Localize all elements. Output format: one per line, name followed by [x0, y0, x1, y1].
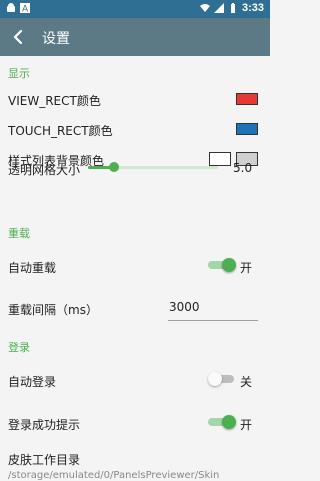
auto-login-state: 关 — [240, 375, 253, 389]
skin-dir-path[interactable]: /storage/emulated/0/PanelsPreviewer/Skin — [8, 470, 270, 481]
back-arrow-icon[interactable] — [8, 27, 28, 47]
auto-login-label: 自动登录 — [8, 375, 57, 389]
login-tip-state: 开 — [240, 418, 253, 432]
signal-icon — [213, 3, 224, 13]
grid-size-slider[interactable] — [88, 162, 218, 172]
status-bar: A 3:33 — [0, 0, 270, 18]
a-notification-icon: A — [20, 3, 30, 13]
grid-size-value: 5.0 — [233, 161, 253, 175]
battery-icon — [230, 3, 235, 13]
skin-dir-label: 皮肤工作目录 — [8, 453, 81, 467]
auto-login-switch[interactable] — [208, 372, 236, 386]
section-header-reload: 重载 — [8, 227, 30, 240]
auto-reload-state: 开 — [240, 261, 253, 275]
android-icon — [7, 3, 15, 12]
login-tip-label: 登录成功提示 — [8, 418, 81, 432]
reload-interval-value: 3000 — [169, 300, 200, 314]
touch-rect-color-label: TOUCH_RECT颜色 — [8, 124, 113, 138]
section-header-display: 显示 — [8, 67, 30, 80]
list-bg-color-swatch-light[interactable] — [209, 152, 231, 166]
status-time: 3:33 — [241, 2, 264, 14]
page-title: 设置 — [42, 31, 70, 47]
reload-interval-input[interactable]: 3000 — [168, 298, 258, 321]
auto-reload-label: 自动重载 — [8, 261, 57, 275]
svg-text:A: A — [22, 5, 29, 14]
section-header-login: 登录 — [8, 341, 30, 354]
reload-interval-label: 重载间隔（ms） — [8, 303, 98, 317]
grid-size-label: 透明网格大小 — [8, 163, 81, 177]
wifi-icon — [199, 4, 210, 12]
login-tip-switch[interactable] — [208, 415, 236, 429]
app-bar: 设置 — [0, 18, 270, 56]
touch-rect-color-swatch[interactable] — [236, 123, 258, 135]
grid-size-slider-thumb[interactable] — [109, 162, 119, 172]
view-rect-color-label: VIEW_RECT颜色 — [8, 94, 101, 108]
auto-reload-switch[interactable] — [208, 258, 236, 272]
view-rect-color-swatch[interactable] — [236, 93, 258, 105]
